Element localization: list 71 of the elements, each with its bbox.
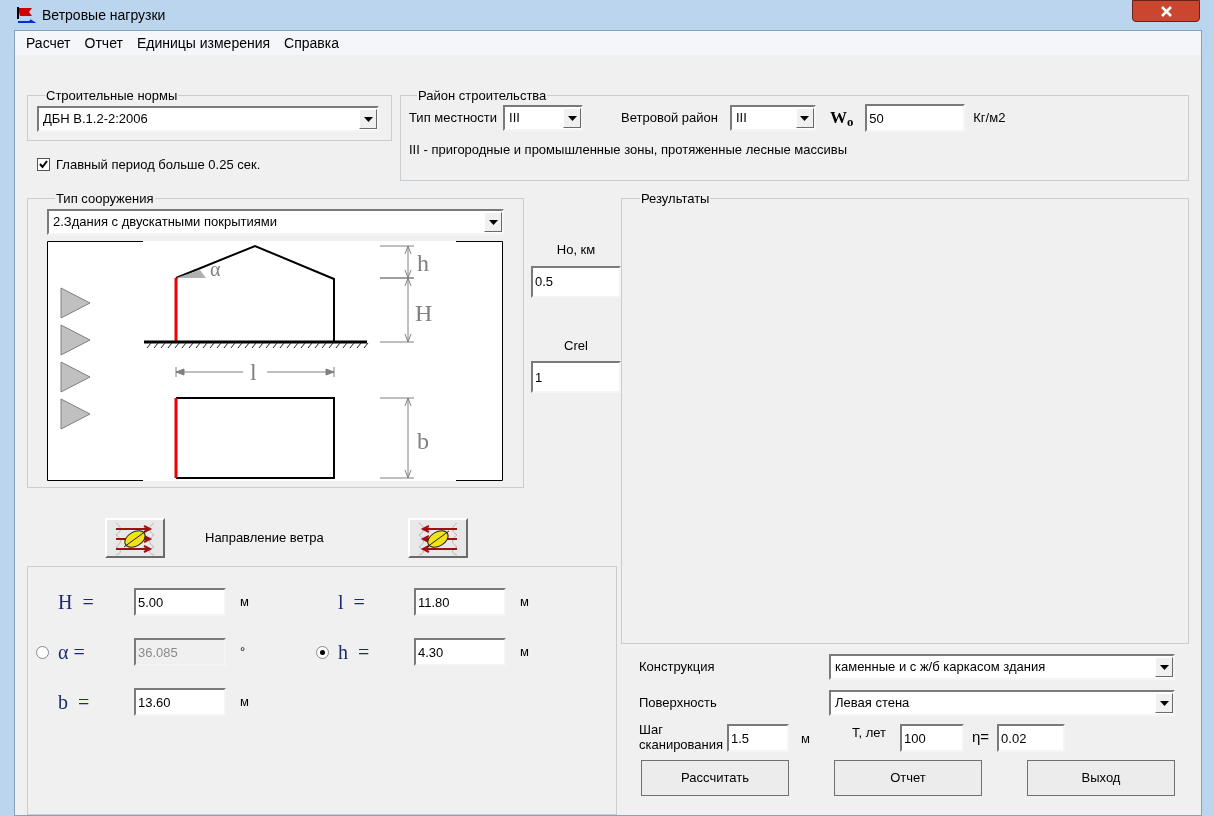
field-label: Конструкция bbox=[639, 658, 715, 677]
close-icon bbox=[1160, 5, 1172, 17]
dropdown[interactable]: Левая стена bbox=[829, 690, 1175, 716]
input-field[interactable]: 0.02 bbox=[997, 724, 1066, 752]
action-button[interactable]: Выход bbox=[1027, 760, 1175, 796]
caret-icon bbox=[563, 108, 582, 128]
field-label: Crel bbox=[564, 336, 588, 355]
dropdown[interactable]: каменные и с ж/б каркасом здания bbox=[829, 654, 1175, 680]
dimension-symbol: l = bbox=[338, 590, 366, 615]
dimension-symbol: α = bbox=[58, 640, 86, 665]
input-field[interactable]: 1 bbox=[531, 361, 621, 393]
group-label: Строительные нормы bbox=[45, 89, 179, 102]
dimension-symbol: b = bbox=[58, 690, 91, 715]
field-label: Поверхность bbox=[639, 694, 717, 713]
unit-label: м bbox=[520, 643, 529, 662]
action-button[interactable]: Отчет bbox=[834, 760, 982, 796]
field-label: Тип местности bbox=[409, 109, 498, 128]
dimension-label: h bbox=[417, 250, 429, 276]
checkbox[interactable] bbox=[37, 158, 50, 172]
field-label: Ветровой район bbox=[621, 109, 718, 128]
menu-item[interactable]: Расчет bbox=[19, 32, 78, 54]
flag-icon bbox=[16, 6, 36, 24]
input-field[interactable]: 11.80 bbox=[414, 588, 506, 616]
dimension-label: H bbox=[415, 300, 433, 326]
dropdown[interactable]: 2.Здания с двускатными покрытиями bbox=[47, 209, 504, 235]
input-field[interactable]: 1.5 bbox=[727, 724, 789, 752]
caret-icon bbox=[795, 108, 814, 128]
dimension-label: b bbox=[417, 428, 429, 454]
menu-item[interactable]: Единицы измерения bbox=[129, 32, 278, 54]
radio-button[interactable] bbox=[316, 645, 329, 659]
wind-direction-button[interactable] bbox=[408, 518, 468, 558]
caret-icon bbox=[484, 212, 502, 232]
unit-label: ° bbox=[240, 643, 246, 662]
input-field[interactable]: 50 bbox=[865, 104, 966, 132]
unit-label: м bbox=[520, 593, 529, 612]
field-label: Ho, км bbox=[556, 241, 596, 259]
caret-icon bbox=[1155, 657, 1173, 677]
unit-label: м bbox=[240, 693, 249, 712]
input-field[interactable]: 13.60 bbox=[134, 688, 226, 716]
input-field[interactable]: 4.30 bbox=[414, 638, 506, 666]
group-label: Район строительства bbox=[417, 89, 548, 102]
dropdown[interactable]: III bbox=[503, 105, 584, 131]
input-field[interactable]: 5.00 bbox=[134, 588, 226, 616]
dropdown[interactable]: III bbox=[729, 105, 816, 131]
dimension-label: α bbox=[210, 258, 221, 280]
window-title: Ветровые нагрузки bbox=[42, 5, 166, 25]
caret-icon bbox=[359, 109, 377, 129]
input-field[interactable]: 0.5 bbox=[531, 265, 621, 298]
unit-label: м bbox=[240, 593, 249, 612]
caret-icon bbox=[1155, 693, 1173, 713]
dimension-symbol: H = bbox=[58, 590, 95, 615]
group-label: Результаты bbox=[640, 192, 711, 205]
menu-item[interactable]: Справка bbox=[277, 32, 346, 54]
terrain-description: III - пригородные и промышленные зоны, протяженные лесные массивы bbox=[409, 141, 848, 159]
field-label: Шаг сканирования bbox=[639, 722, 725, 752]
menu-item[interactable]: Отчет bbox=[77, 32, 130, 54]
dimension-symbol: h = bbox=[338, 640, 371, 665]
wind-direction-label: Направление ветра bbox=[205, 529, 325, 548]
unit-label: Кг/м2 bbox=[973, 109, 1006, 128]
close-button[interactable] bbox=[1132, 0, 1200, 22]
input-field[interactable]: 100 bbox=[900, 724, 964, 752]
group-label: Тип сооружения bbox=[55, 192, 155, 205]
field-label: T, лет bbox=[851, 723, 886, 742]
action-button[interactable]: Рассчитать bbox=[641, 760, 789, 796]
dropdown[interactable]: ДБН В.1.2-2:2006 bbox=[37, 106, 379, 132]
wind-direction-button[interactable] bbox=[105, 518, 165, 558]
checkbox-label: Главный период больше 0.25 сек. bbox=[56, 156, 261, 174]
dimension-label: l bbox=[250, 359, 257, 385]
wind-pressure-symbol: W$_{o}$ bbox=[829, 107, 854, 131]
field-label: η= bbox=[972, 726, 990, 747]
unit-label: м bbox=[801, 729, 810, 748]
